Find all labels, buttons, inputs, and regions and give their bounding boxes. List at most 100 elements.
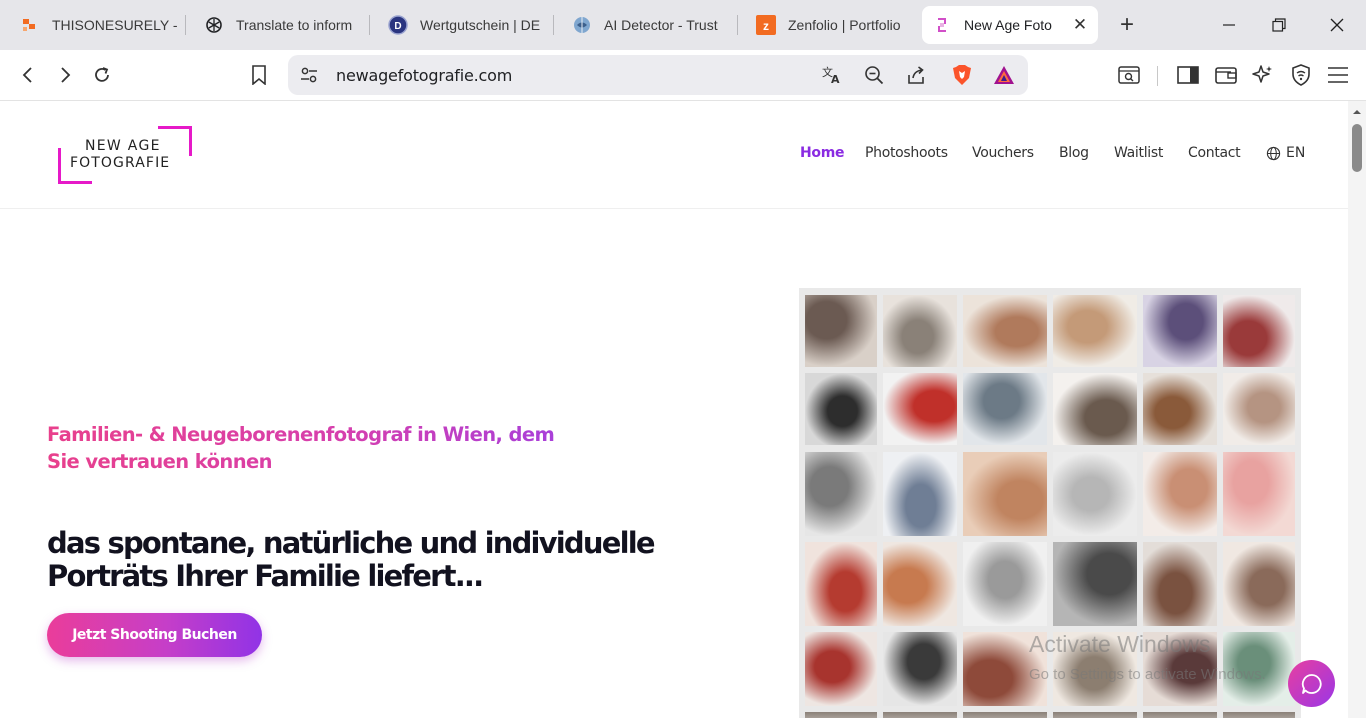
restore-icon[interactable]	[1264, 10, 1294, 40]
activate-windows-hint: Go to Settings to activate Windows.	[1029, 666, 1266, 683]
address-bar[interactable]: newagefotografie.com 文A	[288, 55, 1028, 95]
tab-title: Zenfolio | Portfolio	[788, 17, 901, 33]
browser-tab[interactable]: Translate to inform	[194, 6, 364, 44]
nav-waitlist[interactable]: Waitlist	[1114, 145, 1163, 161]
scroll-up-icon[interactable]	[1352, 107, 1362, 117]
collage-photo	[883, 295, 957, 367]
collage-photo	[963, 452, 1047, 536]
tab-separator	[553, 15, 554, 35]
collage-photo	[1053, 295, 1137, 367]
browser-tab-strip: THISONESURELY - Translate to inform D We…	[0, 0, 1366, 50]
brain-globe-icon	[572, 15, 592, 35]
collage-photo	[963, 373, 1047, 445]
logo-frame-corner	[158, 126, 192, 156]
globe-icon	[1266, 146, 1281, 160]
zenfolio-z-icon: z	[756, 15, 776, 35]
book-shooting-button[interactable]: Jetzt Shooting Buchen	[47, 613, 262, 657]
browser-tab[interactable]: z Zenfolio | Portfolio	[746, 6, 916, 44]
close-window-icon[interactable]	[1322, 10, 1352, 40]
collage-photo	[805, 295, 877, 367]
collage-photo	[1053, 542, 1137, 626]
browser-toolbar: newagefotografie.com 文A	[0, 50, 1366, 101]
url-text: newagefotografie.com	[336, 66, 513, 85]
collage-photo	[1223, 373, 1295, 445]
collage-photo	[883, 373, 957, 445]
site-settings-icon[interactable]	[296, 62, 322, 88]
page-scrollbar[interactable]	[1348, 101, 1366, 718]
browser-tab[interactable]: AI Detector - Trust	[562, 6, 732, 44]
browser-tab[interactable]: D Wertgutschein | DE	[378, 6, 548, 44]
toolbar-divider	[1157, 66, 1158, 86]
close-tab-icon[interactable]: ✕	[1070, 15, 1090, 35]
tab-title: Translate to inform	[236, 17, 353, 33]
svg-text:D: D	[394, 21, 401, 32]
sidebar-icon[interactable]	[1175, 62, 1201, 88]
share-icon[interactable]	[903, 62, 929, 88]
svg-text:A: A	[831, 73, 840, 85]
collage-photo	[963, 295, 1047, 367]
tab-title: THISONESURELY -	[52, 17, 178, 33]
collage-photo	[805, 712, 877, 718]
minimize-icon[interactable]	[1214, 10, 1244, 40]
collage-photo	[805, 542, 877, 626]
reload-icon[interactable]	[89, 62, 115, 88]
collage-photo	[1143, 373, 1217, 445]
collage-photo	[1223, 712, 1295, 718]
collage-photo	[1053, 712, 1137, 718]
collage-photo	[805, 452, 877, 536]
browser-tab[interactable]: THISONESURELY -	[10, 6, 182, 44]
nav-photoshoots[interactable]: Photoshoots	[865, 145, 948, 161]
tab-title: New Age Foto	[964, 17, 1052, 33]
collage-photo	[805, 373, 877, 445]
forward-icon[interactable]	[52, 62, 78, 88]
wallet-icon[interactable]	[1213, 62, 1239, 88]
brave-rewards-icon[interactable]	[991, 62, 1017, 88]
web-page: NEW AGE FOTOGRAFIE Home Photoshoots Vouc…	[0, 101, 1348, 718]
chat-button[interactable]	[1288, 660, 1335, 707]
browser-tab-active[interactable]: New Age Foto ✕	[922, 6, 1098, 44]
chatgpt-icon	[204, 15, 224, 35]
language-switcher[interactable]: EN	[1266, 145, 1305, 161]
collage-photo	[1223, 452, 1295, 536]
tab-title: AI Detector - Trust	[604, 17, 718, 33]
svg-text:z: z	[763, 19, 769, 33]
collage-photo	[963, 542, 1047, 626]
collage-photo	[1053, 452, 1137, 536]
bookmark-icon[interactable]	[246, 62, 272, 88]
search-tab-icon[interactable]	[1116, 62, 1142, 88]
translate-icon[interactable]: 文A	[819, 62, 845, 88]
d-letter-icon: D	[388, 15, 408, 35]
brave-shields-icon[interactable]	[949, 62, 975, 88]
site-logo[interactable]: NEW AGE FOTOGRAFIE	[58, 126, 192, 184]
vpn-shield-icon[interactable]	[1288, 62, 1314, 88]
hero-title: das spontane, natürliche und individuell…	[47, 526, 656, 593]
tab-title: Wertgutschein | DE	[420, 17, 541, 33]
nav-vouchers[interactable]: Vouchers	[972, 145, 1034, 161]
zoom-out-icon[interactable]	[861, 62, 887, 88]
language-label: EN	[1286, 145, 1306, 161]
collage-photo	[1143, 452, 1217, 536]
collage-photo	[963, 712, 1047, 718]
collage-photo	[1223, 542, 1295, 626]
chat-icon	[1301, 673, 1322, 694]
activate-windows-watermark: Activate Windows	[1029, 631, 1211, 657]
tab-separator	[185, 15, 186, 35]
nav-blog[interactable]: Blog	[1059, 145, 1089, 161]
nav-contact[interactable]: Contact	[1188, 145, 1241, 161]
hero-subtitle: Familien- & Neugeborenenfotograf in Wien…	[47, 421, 587, 475]
zenfolio-orange-icon	[20, 15, 40, 35]
plus-icon[interactable]: +	[1114, 11, 1140, 38]
nav-home[interactable]: Home	[800, 145, 845, 161]
logo-line-2: FOTOGRAFIE	[70, 155, 171, 171]
collage-photo	[883, 712, 957, 718]
menu-icon[interactable]	[1325, 62, 1351, 88]
back-icon[interactable]	[15, 62, 41, 88]
site-header: NEW AGE FOTOGRAFIE Home Photoshoots Vouc…	[0, 101, 1348, 209]
tab-separator	[369, 15, 370, 35]
scrollbar-thumb[interactable]	[1352, 124, 1362, 172]
leo-ai-icon[interactable]	[1250, 62, 1276, 88]
collage-photo	[1143, 542, 1217, 626]
collage-photo	[883, 542, 957, 626]
collage-photo	[1143, 712, 1217, 718]
collage-photo	[1223, 295, 1295, 367]
